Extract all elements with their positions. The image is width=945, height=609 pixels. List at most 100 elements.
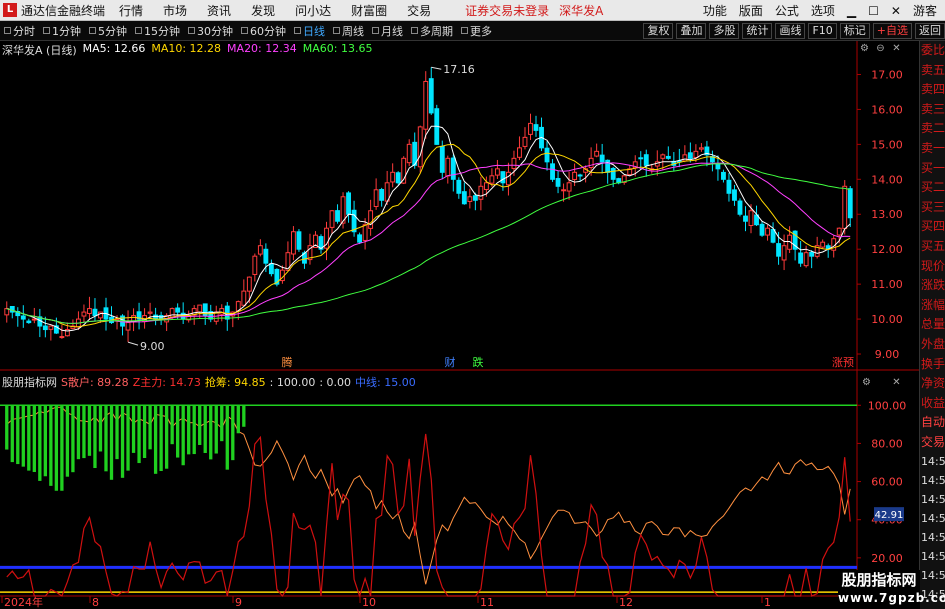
xaxis-label: 12 [619, 596, 633, 609]
quote-field-10: 买五 [921, 238, 945, 253]
candle-body [781, 245, 787, 261]
candle-body [291, 231, 296, 255]
xaxis-label: 8 [92, 596, 99, 609]
minimize-icon[interactable]: ▁ [847, 4, 856, 18]
candle-body [142, 315, 148, 322]
menu-faxian[interactable]: 发现 [251, 2, 275, 19]
candle-body [114, 318, 120, 321]
quote-field-7: 买二 [921, 180, 945, 195]
chart-close-icon[interactable]: ✕ [890, 42, 903, 55]
period-label: 多周期 [420, 24, 453, 38]
maximize-icon[interactable]: ☐ [868, 4, 879, 18]
menu-gongshi[interactable]: 公式 [775, 2, 799, 19]
candle-body [632, 161, 638, 169]
candle-body [37, 316, 43, 327]
high-pointer [431, 66, 442, 70]
tool-button-6[interactable]: 标记 [839, 23, 870, 39]
period-tab-1[interactable]: 1分钟 [39, 23, 85, 39]
current-stock-name: 深华发A [559, 3, 604, 18]
candle-body [296, 231, 302, 250]
tool-button-7[interactable]: +自选 [872, 23, 912, 39]
candle-body [660, 154, 666, 159]
candle-body [147, 311, 153, 314]
kline-chart[interactable]: 9.00 10.00 11.00 12.00 13.00 14.00 15.00 16.00 1… [0, 0, 945, 609]
xaxis-label: 11 [480, 596, 494, 609]
price-tick-label: 12.00 [871, 243, 903, 256]
trade-item-0[interactable]: 自动 [920, 413, 945, 433]
candle-body [737, 200, 743, 215]
menu-zixun[interactable]: 资讯 [207, 2, 231, 19]
settings-gear-icon[interactable]: ⚙ [858, 42, 871, 55]
indicator-close-icon[interactable]: ✕ [890, 376, 903, 389]
candle-body [158, 314, 164, 320]
tool-button-1[interactable]: 叠加 [676, 23, 707, 39]
grab-bar [49, 405, 53, 486]
watermark-title: 股朋指标网 [841, 571, 917, 589]
tool-button-3[interactable]: 统计 [742, 23, 773, 39]
candle-body [169, 308, 175, 318]
trade-item-1[interactable]: 交易 [920, 433, 945, 453]
candle-body [445, 157, 451, 177]
period-checkbox-icon [294, 27, 301, 34]
grab-bar [98, 405, 103, 452]
menu-xuanxiang[interactable]: 选项 [811, 2, 835, 19]
candle-body [64, 329, 70, 337]
period-tab-2[interactable]: 5分钟 [85, 23, 131, 39]
menu-wenxiaoda[interactable]: 问小达 [295, 2, 331, 19]
menu-hangqing[interactable]: 行情 [119, 2, 143, 19]
candle-body [401, 157, 407, 184]
quote-field-0: 委比 [921, 43, 945, 57]
menu-caifuquan[interactable]: 财富圈 [351, 2, 387, 19]
period-tab-0[interactable]: 分时 [0, 23, 39, 39]
period-tab-9[interactable]: 多周期 [407, 23, 457, 39]
zoom-out-icon[interactable]: ⊖ [874, 42, 887, 55]
tool-button-8[interactable]: 返回 [915, 23, 945, 39]
period-tab-3[interactable]: 15分钟 [131, 23, 184, 39]
grab-bar [120, 405, 125, 478]
tool-button-4[interactable]: 画线 [775, 23, 806, 39]
candle-body [687, 152, 693, 159]
candle-body [9, 305, 15, 313]
quote-field-5: 卖一 [921, 140, 945, 155]
candle-body [92, 308, 98, 317]
period-tab-5[interactable]: 60分钟 [237, 23, 290, 39]
candle-body [202, 303, 208, 317]
candle-body [340, 196, 346, 224]
candle-body [577, 174, 583, 177]
candle-body [42, 325, 48, 331]
candle-body [120, 315, 125, 327]
chart-tools: 复权 叠加 多股 统计 画线 F10 标记 +自选 返回 [640, 21, 945, 41]
menu-gongneng[interactable]: 功能 [703, 2, 727, 19]
candle-body [483, 182, 489, 191]
xaxis-label: 10 [362, 596, 376, 609]
candle-body [423, 80, 429, 130]
menu-banmian[interactable]: 版面 [739, 2, 763, 19]
close-icon[interactable]: ✕ [891, 4, 901, 18]
tool-button-2[interactable]: 多股 [709, 23, 740, 39]
candle-body [836, 227, 842, 236]
period-toolbar: 分时 1分钟 5分钟 15分钟 30分钟 60分钟 日线 周线 月线 多周期 更多 复权 叠加 多股 统计画… [0, 21, 945, 41]
period-tab-4[interactable]: 30分钟 [184, 23, 237, 39]
menu-shichang[interactable]: 市场 [163, 2, 187, 19]
period-tab-6[interactable]: 日线 [290, 23, 329, 39]
candle-body [180, 312, 186, 320]
period-tab-8[interactable]: 月线 [368, 23, 407, 39]
indicator-gear-icon[interactable]: ⚙ [860, 376, 873, 389]
candle-body [285, 252, 291, 271]
tool-button-0[interactable]: 复权 [643, 23, 674, 39]
grab-bar [38, 405, 42, 481]
quote-field-16: 换手 [921, 356, 945, 371]
quote-field-3: 卖三 [921, 101, 945, 116]
guest-user[interactable]: 游客 [913, 2, 937, 19]
period-checkbox-icon [241, 27, 248, 34]
tick-time-5: 14:56 [921, 550, 945, 564]
login-status[interactable]: 证券交易未登录 [465, 2, 549, 19]
tool-button-5[interactable]: F10 [808, 23, 837, 39]
period-tab-7[interactable]: 周线 [329, 23, 368, 39]
indicator-title: 股朋指标网 S散户: 89.28 Z主力: 14.73 抢筹: 94.85 : … [2, 375, 416, 390]
menu-jiaoyi[interactable]: 交易 [407, 2, 431, 19]
period-tab-10[interactable]: 更多 [457, 23, 496, 39]
price-tick-label: 16.00 [871, 103, 903, 116]
price-tick-label: 17.00 [871, 68, 903, 81]
candle-body [599, 154, 605, 163]
